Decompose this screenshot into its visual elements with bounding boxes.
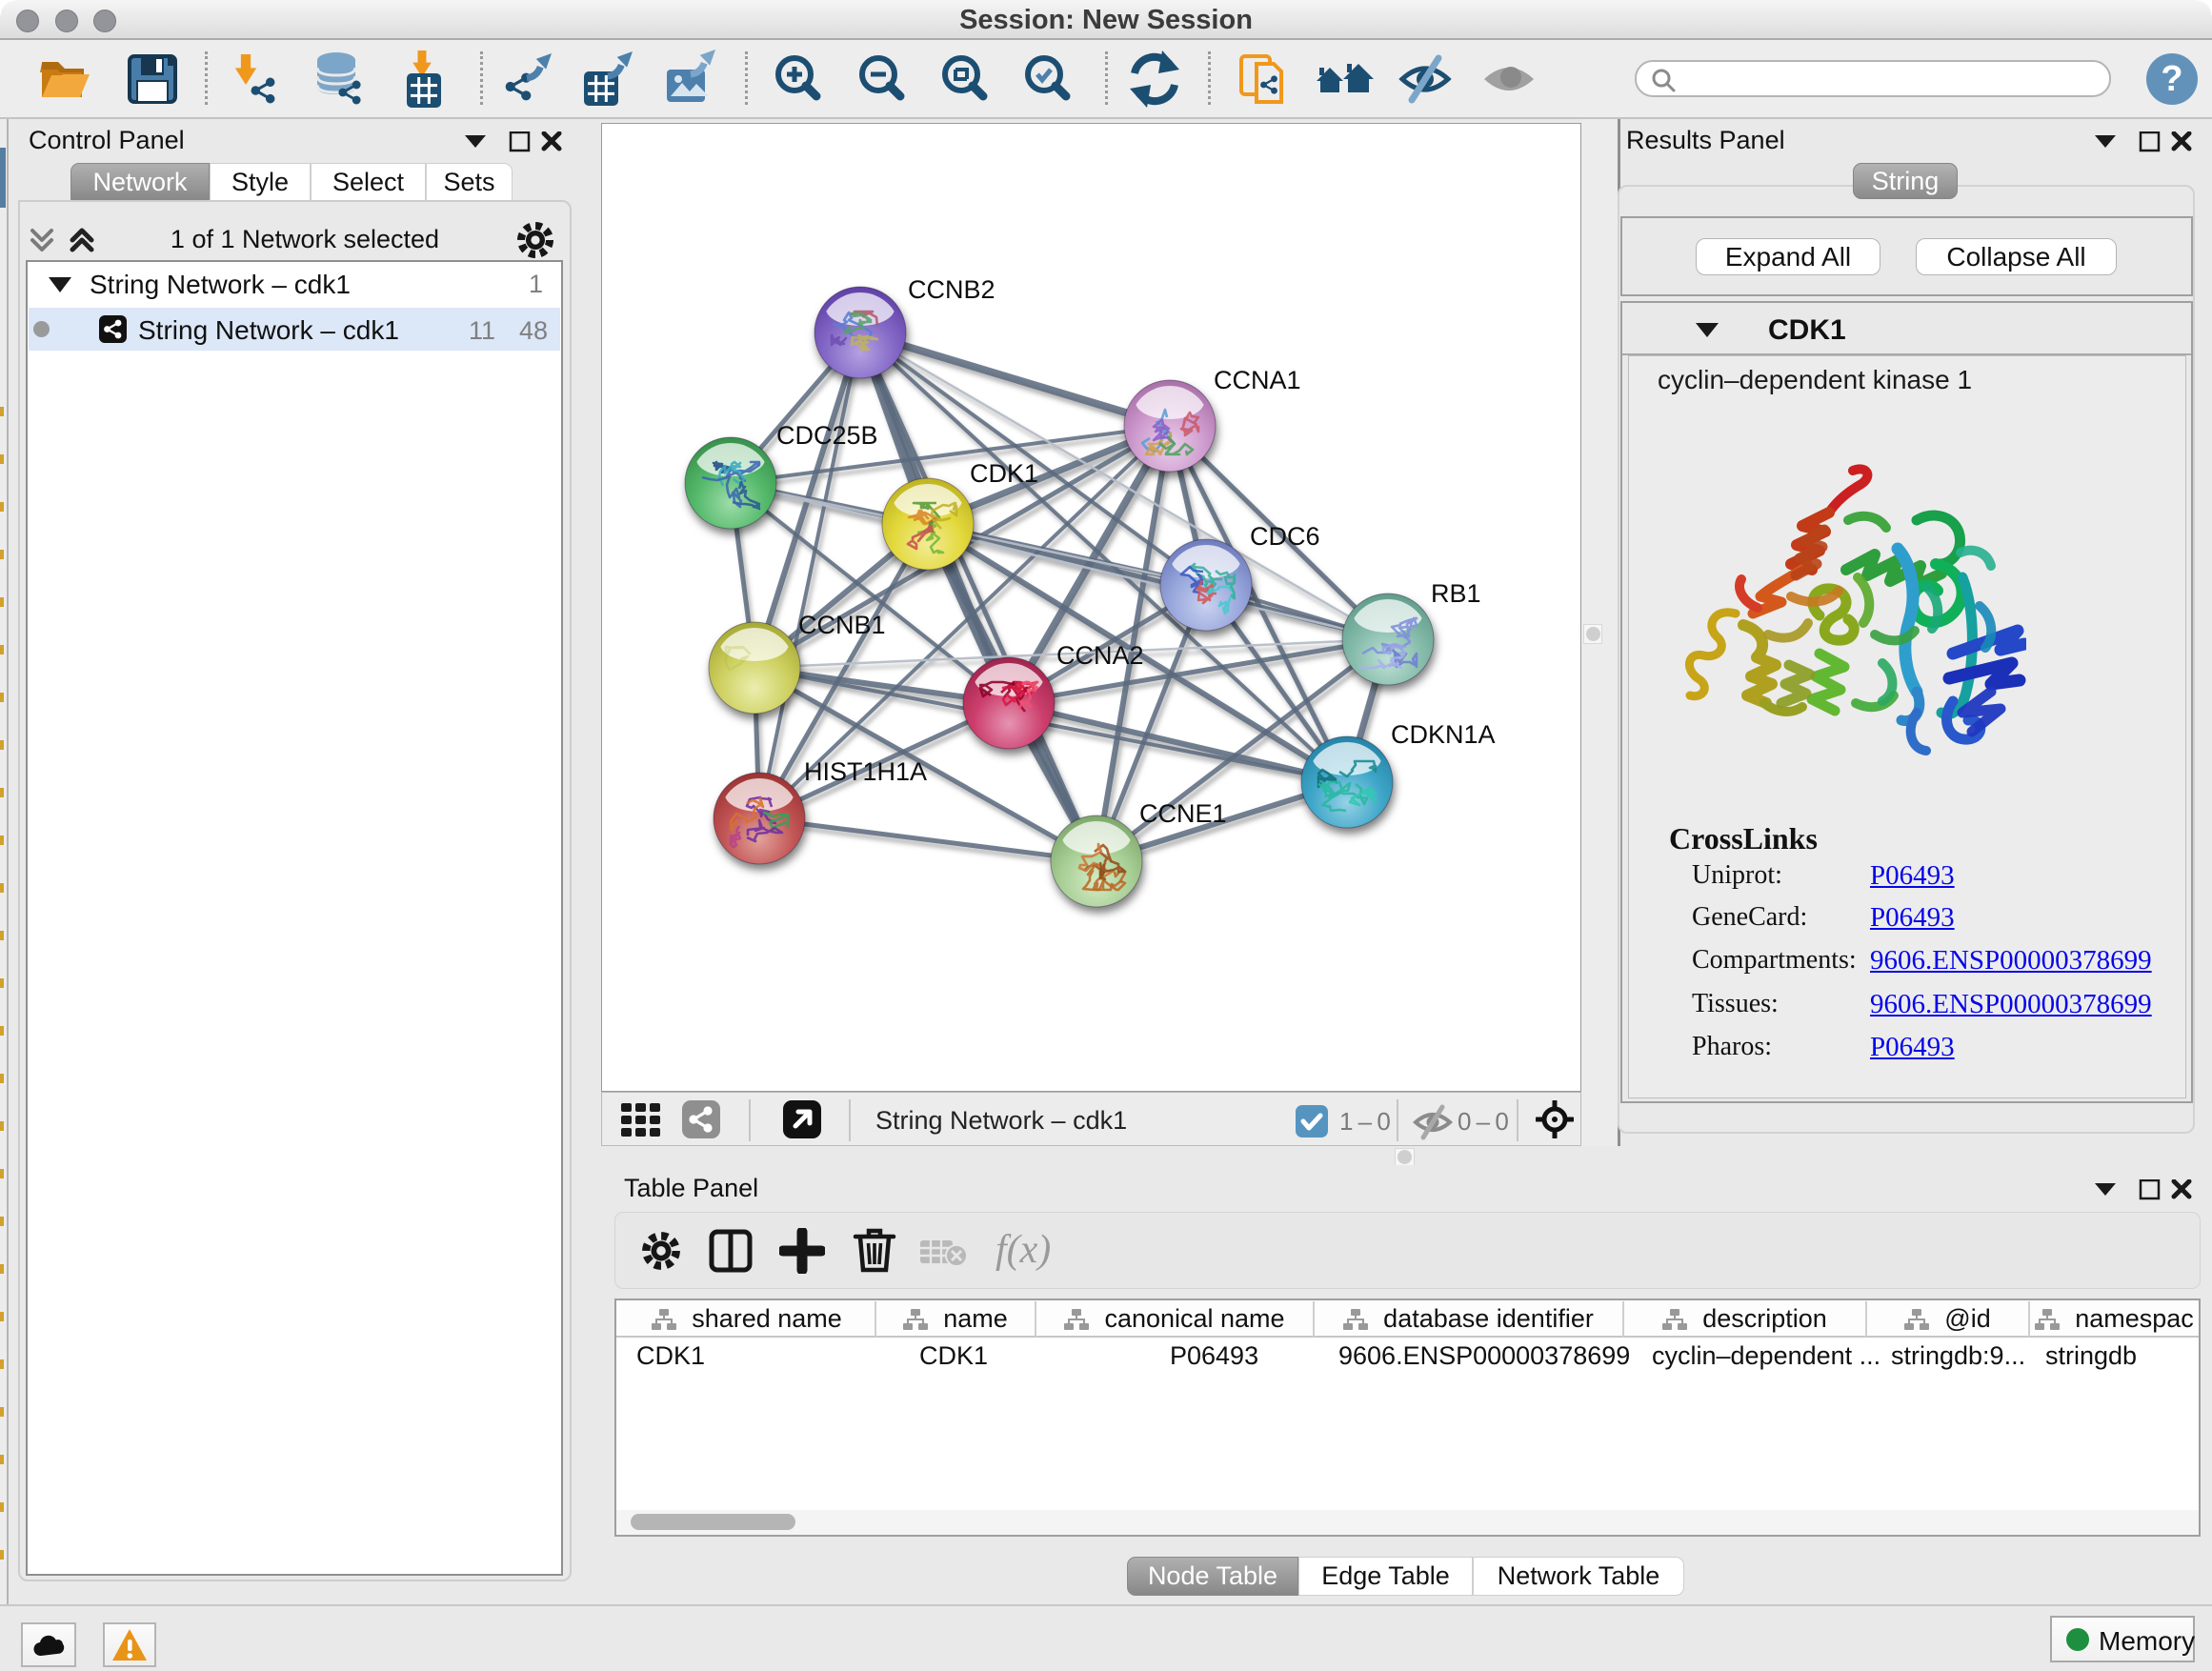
svg-text:CDC25B: CDC25B bbox=[776, 421, 878, 450]
svg-text:CCNA2: CCNA2 bbox=[1056, 641, 1144, 670]
svg-text:CCNB1: CCNB1 bbox=[798, 611, 886, 639]
svg-text:RB1: RB1 bbox=[1431, 579, 1481, 608]
svg-text:HIST1H1A: HIST1H1A bbox=[804, 757, 927, 786]
svg-text:CCNB2: CCNB2 bbox=[908, 275, 995, 304]
svg-text:CCNE1: CCNE1 bbox=[1139, 799, 1227, 828]
svg-text:CDKN1A: CDKN1A bbox=[1391, 720, 1496, 749]
svg-text:CDK1: CDK1 bbox=[970, 459, 1038, 488]
svg-text:CDC6: CDC6 bbox=[1250, 522, 1320, 551]
svg-text:CCNA1: CCNA1 bbox=[1214, 366, 1301, 394]
